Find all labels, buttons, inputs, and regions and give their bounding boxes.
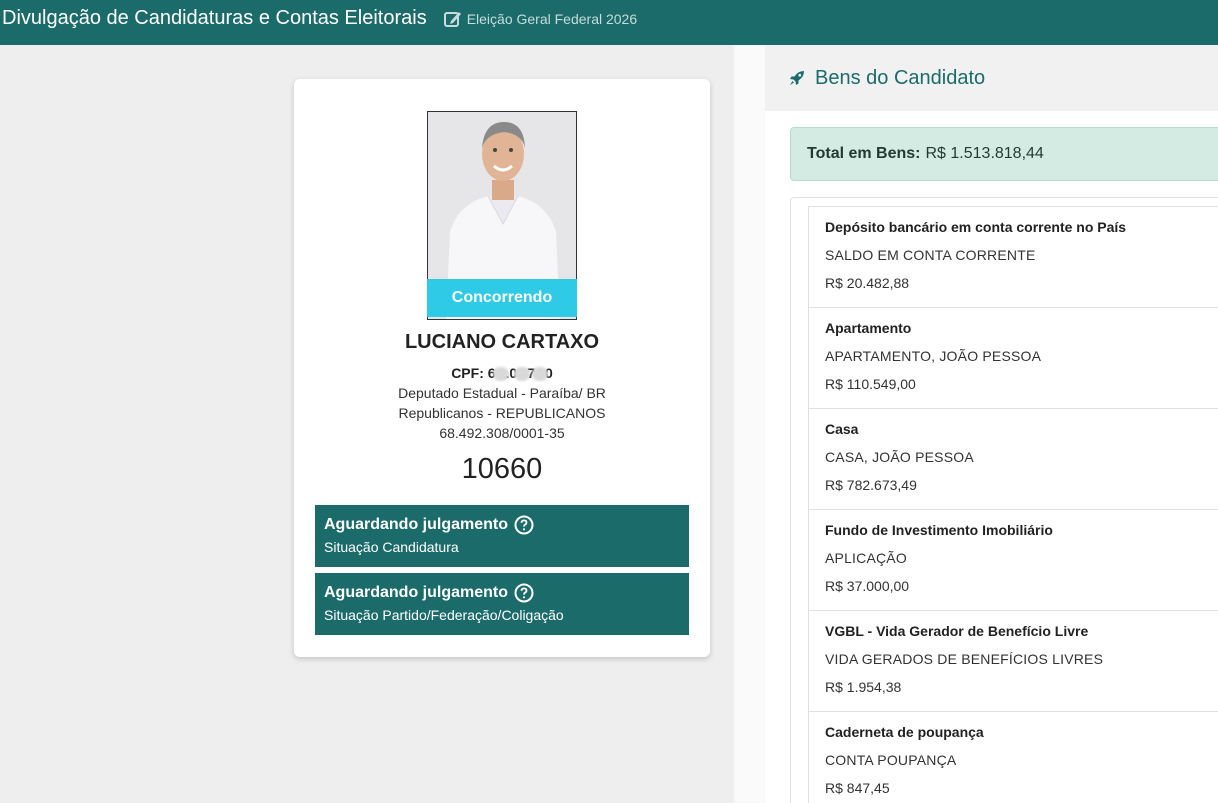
asset-item: Casa CASA, JOÃO PESSOA R$ 782.673,49	[808, 408, 1218, 510]
app-title: Divulgação de Candidaturas e Contas Elei…	[2, 7, 427, 29]
candidate-name: LUCIANO CARTAXO	[404, 331, 600, 353]
status-candidatura-subtitle: Situação Candidatura	[324, 539, 459, 555]
asset-value: R$ 37.000,00	[825, 578, 910, 594]
candidate-office: Deputado Estadual - Paraíba/ BR	[398, 385, 606, 401]
total-value: R$ 1.513.818,44	[925, 145, 1044, 162]
help-icon[interactable]	[514, 583, 534, 603]
total-label: Total em Bens:	[807, 145, 921, 162]
panel-divider	[733, 45, 765, 803]
assets-list: Depósito bancário em conta corrente no P…	[790, 197, 1218, 803]
asset-value: R$ 782.673,49	[825, 477, 917, 493]
assets-panel: Bens do Candidato Total em Bens: R$ 1.51…	[765, 45, 1218, 803]
status-candidatura-title: Aguardando julgamento	[324, 516, 508, 533]
candidate-cnpj: 68.492.308/0001-35	[439, 425, 565, 441]
asset-item: Depósito bancário em conta corrente no P…	[808, 206, 1218, 308]
assets-total: Total em Bens: R$ 1.513.818,44	[790, 127, 1218, 181]
assets-header-title: Bens do Candidato	[815, 66, 986, 89]
asset-title: Fundo de Investimento Imobiliário	[825, 522, 1053, 538]
asset-title: Apartamento	[825, 320, 912, 336]
assets-header: Bens do Candidato	[765, 45, 1218, 111]
cpf-redaction	[492, 367, 509, 382]
edit-icon	[443, 11, 461, 27]
status-partido-subtitle: Situação Partido/Federação/Coligação	[324, 607, 564, 623]
asset-title: Casa	[825, 421, 859, 437]
status-candidatura: Aguardando julgamento Situação Candidatu…	[315, 505, 689, 567]
rocket-icon	[790, 71, 804, 85]
candidate-number: 10660	[461, 453, 543, 485]
candidate-party: Republicanos - REPUBLICANOS	[398, 405, 606, 421]
asset-item: Apartamento APARTAMENTO, JOÃO PESSOA R$ …	[808, 307, 1218, 409]
help-icon[interactable]	[514, 515, 534, 535]
cpf-redaction	[532, 367, 549, 382]
asset-description: VIDA GERADOS DE BENEFÍCIOS LIVRES	[825, 651, 1104, 667]
status-partido-title: Aguardando julgamento	[324, 584, 508, 601]
asset-description: CASA, JOÃO PESSOA	[825, 449, 974, 465]
asset-value: R$ 110.549,00	[825, 376, 916, 392]
asset-item: VGBL - Vida Gerador de Benefício Livre V…	[808, 610, 1218, 712]
asset-value: R$ 1.954,38	[825, 679, 902, 695]
asset-title: Depósito bancário em conta corrente no P…	[825, 219, 1127, 235]
election-selector[interactable]: Eleição Geral Federal 2026	[443, 9, 637, 29]
asset-item: Fundo de Investimento Imobiliário APLICA…	[808, 509, 1218, 611]
asset-title: Caderneta de poupança	[825, 724, 984, 740]
status-pill: Concorrendo	[427, 279, 577, 317]
candidate-card: Concorrendo LUCIANO CARTAXO CPF: 6.070 D…	[294, 79, 710, 657]
asset-description: SALDO EM CONTA CORRENTE	[825, 247, 1036, 263]
top-bar: Divulgação de Candidaturas e Contas Elei…	[0, 0, 1218, 45]
asset-value: R$ 847,45	[825, 780, 890, 796]
election-name: Eleição Geral Federal 2026	[466, 10, 638, 27]
asset-description: CONTA POUPANÇA	[825, 752, 957, 768]
asset-item: Caderneta de poupança CONTA POUPANÇA R$ …	[808, 711, 1218, 803]
asset-description: APLICAÇÃO	[825, 550, 907, 566]
asset-description: APARTAMENTO, JOÃO PESSOA	[825, 348, 1042, 364]
candidate-cpf: CPF: 6.070	[294, 365, 710, 382]
status-partido: Aguardando julgamento Situação Partido/F…	[315, 573, 689, 635]
asset-value: R$ 20.482,88	[825, 275, 910, 291]
asset-title: VGBL - Vida Gerador de Benefício Livre	[825, 623, 1089, 639]
cpf-prefix: CPF: 6	[451, 365, 496, 381]
